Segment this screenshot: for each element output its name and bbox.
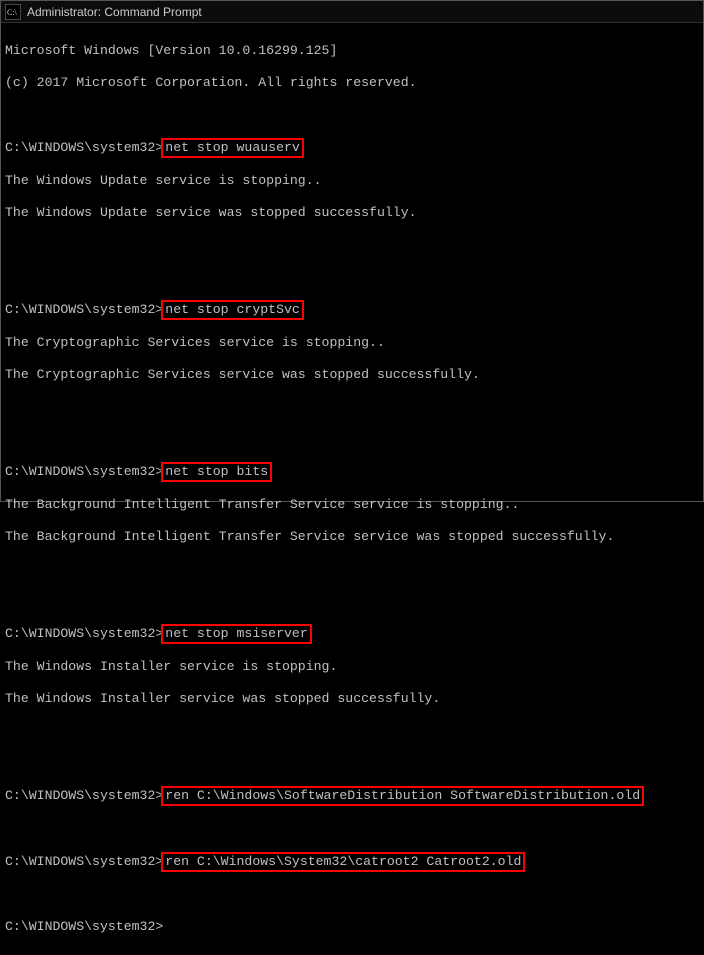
- highlighted-command: net stop msiserver: [161, 624, 311, 644]
- blank-line: [5, 561, 699, 577]
- highlighted-command: net stop wuauserv: [161, 138, 304, 158]
- prompt: C:\WINDOWS\system32>: [5, 626, 163, 641]
- blank-line: [5, 107, 699, 123]
- prompt: C:\WINDOWS\system32>: [5, 854, 163, 869]
- blank-line: [5, 399, 699, 415]
- highlighted-command: net stop bits: [161, 462, 272, 482]
- copyright-line: (c) 2017 Microsoft Corporation. All righ…: [5, 75, 699, 91]
- cmd-line: C:\WINDOWS\system32>net stop bits: [5, 463, 699, 481]
- titlebar[interactable]: C:\ Administrator: Command Prompt: [1, 1, 703, 23]
- cmd-line: C:\WINDOWS\system32>net stop wuauserv: [5, 139, 699, 157]
- highlighted-command: ren C:\Windows\System32\catroot2 Catroot…: [161, 852, 525, 872]
- blank-line: [5, 593, 699, 609]
- blank-line: [5, 755, 699, 771]
- output-line: The Cryptographic Services service is st…: [5, 335, 699, 351]
- cmd-line: C:\WINDOWS\system32>net stop msiserver: [5, 625, 699, 643]
- output-line: The Windows Update service was stopped s…: [5, 205, 699, 221]
- cmd-line: C:\WINDOWS\system32>net stop cryptSvc: [5, 301, 699, 319]
- prompt: C:\WINDOWS\system32>: [5, 464, 163, 479]
- terminal-output[interactable]: Microsoft Windows [Version 10.0.16299.12…: [1, 23, 703, 955]
- output-line: The Windows Installer service is stoppin…: [5, 659, 699, 675]
- prompt: C:\WINDOWS\system32>: [5, 302, 163, 317]
- prompt: C:\WINDOWS\system32>: [5, 140, 163, 155]
- svg-text:C:\: C:\: [7, 8, 18, 17]
- blank-line: [5, 887, 699, 903]
- blank-line: [5, 821, 699, 837]
- highlighted-command: ren C:\Windows\SoftwareDistribution Soft…: [161, 786, 644, 806]
- cmd-icon: C:\: [5, 4, 21, 20]
- window-title: Administrator: Command Prompt: [27, 5, 202, 19]
- cmd-line: C:\WINDOWS\system32>: [5, 919, 699, 935]
- version-line: Microsoft Windows [Version 10.0.16299.12…: [5, 43, 699, 59]
- output-line: The Background Intelligent Transfer Serv…: [5, 497, 699, 513]
- blank-line: [5, 237, 699, 253]
- highlighted-command: net stop cryptSvc: [161, 300, 304, 320]
- cmd-line: C:\WINDOWS\system32>ren C:\Windows\Syste…: [5, 853, 699, 871]
- blank-line: [5, 431, 699, 447]
- output-line: The Windows Installer service was stoppe…: [5, 691, 699, 707]
- prompt: C:\WINDOWS\system32>: [5, 919, 163, 934]
- cmd-line: C:\WINDOWS\system32>ren C:\Windows\Softw…: [5, 787, 699, 805]
- blank-line: [5, 723, 699, 739]
- output-line: The Windows Update service is stopping..: [5, 173, 699, 189]
- output-line: The Cryptographic Services service was s…: [5, 367, 699, 383]
- prompt: C:\WINDOWS\system32>: [5, 788, 163, 803]
- blank-line: [5, 269, 699, 285]
- output-line: The Background Intelligent Transfer Serv…: [5, 529, 699, 545]
